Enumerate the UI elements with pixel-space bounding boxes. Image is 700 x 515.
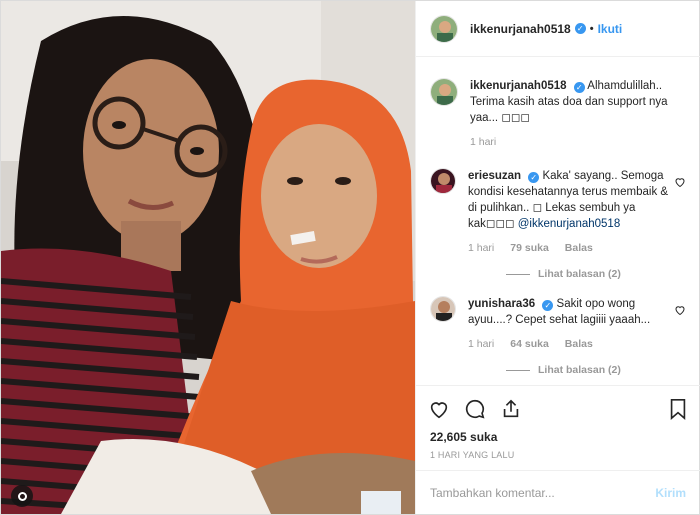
likes-count[interactable]: 22,605 suka — [430, 430, 497, 444]
view-replies-button[interactable]: Lihat balasan (2) — [506, 268, 686, 280]
separator-dot: • — [589, 22, 594, 35]
mention-link[interactable]: @ikkenurjanah0518 — [518, 218, 620, 230]
verified-icon: ✓ — [528, 172, 540, 183]
commenter-avatar[interactable] — [430, 296, 456, 322]
comment-like-heart-icon[interactable] — [674, 176, 686, 188]
comment-meta: 1 hari 64 suka Balas — [468, 336, 678, 352]
commenter-username[interactable]: eriesuzan — [468, 170, 521, 182]
comment-input[interactable] — [430, 485, 656, 500]
photo-illustration — [1, 1, 415, 514]
reply-button[interactable]: Balas — [565, 240, 593, 256]
post-timestamp[interactable]: 1 HARI YANG LALU — [430, 450, 514, 460]
reply-button[interactable]: Balas — [565, 336, 593, 352]
bookmark-icon — [670, 399, 686, 420]
view-replies-button[interactable]: Lihat balasan (2) — [506, 364, 686, 376]
comment-likes[interactable]: 64 suka — [510, 336, 549, 352]
follow-button[interactable]: Ikuti — [598, 22, 623, 36]
comment-icon[interactable] — [464, 398, 486, 420]
comment-likes[interactable]: 79 suka — [510, 240, 549, 256]
caption-time[interactable]: 1 hari — [470, 134, 496, 150]
caption-avatar[interactable] — [430, 78, 458, 106]
post-header: ikkenurjanah0518 ✓ • Ikuti — [416, 1, 700, 57]
author-avatar[interactable] — [430, 14, 458, 43]
caption: ikkenurjanah0518 ✓ Alhamdulillah.. Terim… — [430, 78, 686, 150]
verified-icon: ✓ — [574, 23, 586, 34]
heart-icon[interactable] — [428, 398, 450, 420]
instagram-post-modal: ikkenurjanah0518 ✓ • Ikuti ikkenurjanah0… — [0, 0, 700, 515]
comment-item: yunishara36 ✓ Sakit opo wong ayuu....? C… — [430, 296, 686, 352]
commenter-avatar[interactable] — [430, 168, 456, 194]
verified-icon: ✓ — [573, 82, 585, 93]
replies-line — [506, 369, 530, 371]
bookmark-button[interactable] — [668, 398, 688, 420]
tagged-users-icon[interactable] — [11, 485, 33, 507]
view-replies-label: Lihat balasan (2) — [538, 364, 621, 376]
comment-meta: 1 hari 79 suka Balas — [468, 240, 678, 256]
caption-username[interactable]: ikkenurjanah0518 — [470, 80, 567, 92]
comment-time[interactable]: 1 hari — [468, 240, 494, 256]
comments-list[interactable]: ikkenurjanah0518 ✓ Alhamdulillah.. Terim… — [416, 58, 700, 385]
comment-time[interactable]: 1 hari — [468, 336, 494, 352]
add-comment-bar: Kirim — [416, 470, 700, 514]
share-icon[interactable] — [500, 398, 522, 420]
post-details-panel: ikkenurjanah0518 ✓ • Ikuti ikkenurjanah0… — [415, 1, 700, 514]
replies-line — [506, 273, 530, 275]
caption-meta: 1 hari — [470, 134, 680, 150]
comment-item: eriesuzan ✓ Kaka' sayang.. Semoga kondis… — [430, 168, 686, 256]
comment-like-heart-icon[interactable] — [674, 304, 686, 316]
verified-icon: ✓ — [542, 300, 554, 311]
action-icons — [428, 398, 522, 420]
post-comment-button[interactable]: Kirim — [655, 486, 686, 500]
author-username[interactable]: ikkenurjanah0518 — [470, 22, 571, 36]
commenter-username[interactable]: yunishara36 — [468, 298, 535, 310]
view-replies-label: Lihat balasan (2) — [538, 268, 621, 280]
post-photo[interactable] — [1, 1, 415, 514]
